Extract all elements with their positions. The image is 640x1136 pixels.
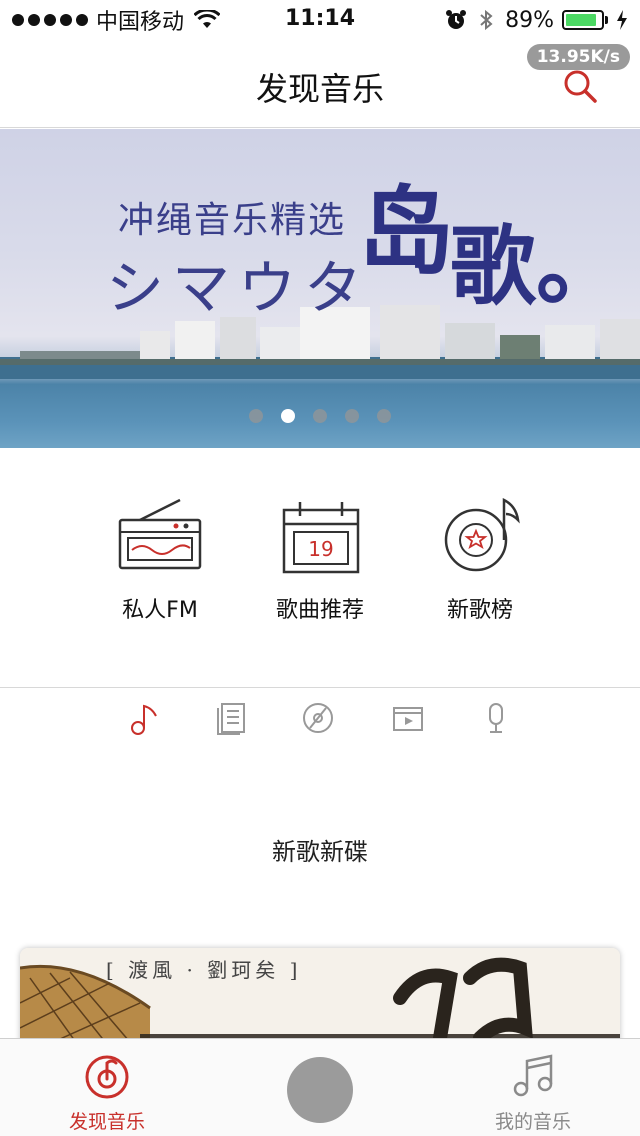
charging-icon bbox=[617, 10, 627, 30]
feature-song-recommend[interactable]: 19 歌曲推荐 bbox=[260, 490, 380, 624]
section-title: 新歌新碟 bbox=[272, 838, 368, 866]
now-playing-button[interactable] bbox=[287, 1057, 353, 1123]
bluetooth-icon bbox=[480, 9, 493, 31]
music-note-icon[interactable] bbox=[126, 698, 162, 738]
calendar-day: 19 bbox=[308, 537, 333, 561]
banner-big-char-1: 岛 bbox=[358, 176, 454, 288]
calendar-icon: 19 bbox=[282, 502, 360, 574]
microphone-icon[interactable] bbox=[478, 698, 514, 738]
tab-label: 我的音乐 bbox=[494, 1111, 571, 1133]
feature-new-chart[interactable]: 新歌榜 bbox=[420, 490, 540, 624]
feature-shortcuts: 私人FM 19 歌曲推荐 新歌榜 bbox=[0, 490, 640, 630]
tab-my-music[interactable]: 我的音乐 bbox=[463, 1051, 603, 1134]
radio-icon bbox=[118, 498, 202, 570]
carousel-dot[interactable] bbox=[377, 409, 391, 423]
navigation-header: 发现音乐 13.95K/s bbox=[0, 40, 640, 128]
album-card[interactable]: [ 渡風 · 劉珂矣 ] bbox=[20, 948, 620, 1048]
carousel-dots bbox=[0, 409, 640, 423]
carousel-dot[interactable] bbox=[249, 409, 263, 423]
category-tabs bbox=[0, 698, 640, 742]
alarm-icon bbox=[446, 10, 467, 29]
document-icon[interactable] bbox=[214, 698, 250, 738]
battery-percent: 89% bbox=[505, 7, 554, 33]
tab-discover-music[interactable]: 发现音乐 bbox=[37, 1051, 177, 1134]
album-caption: [ 渡風 · 劉珂矣 ] bbox=[106, 958, 302, 982]
wifi-icon bbox=[194, 10, 221, 28]
carousel-dot[interactable] bbox=[345, 409, 359, 423]
music-notes-icon bbox=[513, 1054, 553, 1097]
chart-disc-icon bbox=[444, 497, 520, 572]
netease-music-icon bbox=[85, 1055, 129, 1099]
feature-label: 私人FM bbox=[122, 598, 198, 623]
signal-strength-icon bbox=[12, 14, 88, 26]
disc-icon[interactable] bbox=[300, 698, 336, 738]
feature-label: 歌曲推荐 bbox=[275, 598, 364, 623]
banner-big-char-2: 歌。 bbox=[450, 217, 622, 317]
carousel-dot[interactable] bbox=[281, 409, 295, 423]
carousel-dot[interactable] bbox=[313, 409, 327, 423]
search-icon[interactable] bbox=[560, 66, 600, 106]
page-title: 发现音乐 bbox=[255, 70, 384, 108]
banner-kana-title: シマウタ bbox=[106, 254, 371, 322]
divider bbox=[0, 687, 640, 688]
battery-icon bbox=[562, 10, 608, 30]
banner-subtitle: 冲绳音乐精选 bbox=[118, 200, 347, 241]
feature-label: 新歌榜 bbox=[446, 598, 513, 623]
promo-banner[interactable]: 冲绳音乐精选 シマウタ 岛 歌。 bbox=[0, 129, 640, 448]
bottom-tab-bar: 发现音乐 我的音乐 bbox=[0, 1038, 640, 1136]
feature-private-fm[interactable]: 私人FM bbox=[100, 490, 220, 624]
status-bar: 中国移动 89% 11:14 bbox=[0, 0, 640, 40]
carrier-name: 中国移动 bbox=[96, 10, 185, 35]
video-icon[interactable] bbox=[390, 698, 426, 738]
tab-label: 发现音乐 bbox=[68, 1111, 145, 1133]
